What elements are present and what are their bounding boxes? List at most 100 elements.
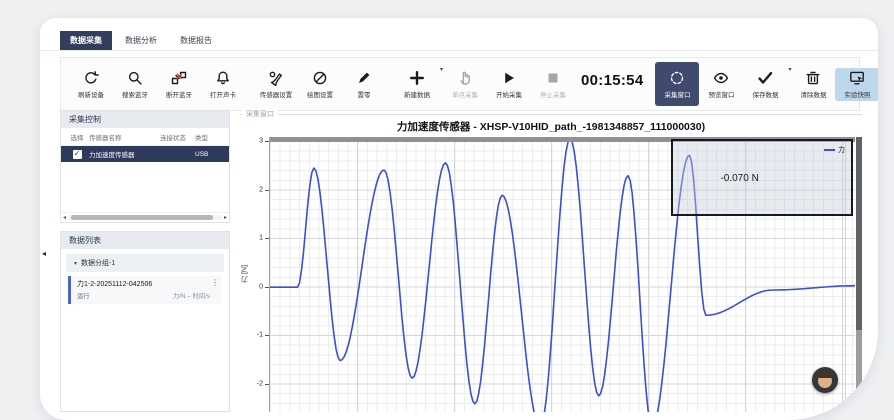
toolbar-button-search-bluetooth[interactable]: 搜索蓝牙 bbox=[113, 68, 157, 101]
toolbar-button-label: 搜索蓝牙 bbox=[122, 89, 148, 99]
data-item-title: 力1-2-20251112-042506 bbox=[77, 279, 216, 289]
toolbar-button-disconnect-bluetooth[interactable]: 断开蓝牙 bbox=[157, 68, 201, 101]
plus-icon bbox=[409, 70, 425, 87]
toolbar-button-label: 单点采集 bbox=[452, 89, 478, 99]
chart-legend: 力 bbox=[824, 145, 845, 155]
data-item-status: 运行 bbox=[77, 291, 90, 300]
toolbar-button-clear-data[interactable]: 清除数据 bbox=[791, 68, 835, 101]
app-window: 数据采集 数据分析 数据报告 刷新设备 搜索蓝牙断开蓝牙打开声卡 传感器设置 绘图设置… bbox=[40, 18, 878, 420]
data-group-row[interactable]: ▾ 数据分组-1 bbox=[66, 254, 224, 272]
plot-area[interactable]: 力 -0.070 N bbox=[269, 137, 855, 412]
y-tick-label: 2 bbox=[259, 186, 263, 193]
sensor-checkbox[interactable]: ✓ bbox=[73, 150, 82, 159]
toolbar-button-experiment-snapshot[interactable]: 实验快照 bbox=[835, 68, 878, 101]
collect-control-panel: 采集控制 选择 传感器名称 连接状态 类型 ✓ 力加速度传感器 USB ◂ bbox=[60, 110, 230, 223]
y-tick-label: 3 bbox=[259, 138, 263, 145]
check-icon bbox=[757, 70, 773, 87]
col-connect-status: 连接状态 bbox=[151, 132, 195, 142]
sensor-name: 力加速度传感器 bbox=[89, 149, 151, 159]
col-select: 选择 bbox=[65, 132, 89, 142]
value-annotation: -0.070 N bbox=[720, 173, 758, 184]
toolbar-button-open-soundcard[interactable]: 打开声卡 bbox=[201, 68, 245, 101]
toolbar-button-preview-window[interactable]: 预览窗口 bbox=[699, 68, 743, 101]
toolbar-button-plot-settings[interactable]: 绘图设置 bbox=[298, 68, 342, 101]
toolbar: 刷新设备搜索蓝牙断开蓝牙打开声卡传感器设置绘图设置置零新建数据▾单点采集开始采集… bbox=[60, 57, 860, 111]
play-icon bbox=[501, 70, 517, 87]
y-axis-label: 力 [N] bbox=[240, 137, 251, 412]
data-item-axes: 力/N – 时间/s bbox=[173, 291, 210, 300]
data-list-title: 数据列表 bbox=[61, 232, 229, 249]
toolbar-button-label: 刷新设备 bbox=[78, 89, 104, 99]
y-axis: 3 2 1 0 -1 -2 bbox=[251, 137, 269, 412]
tab-data-analysis[interactable]: 数据分析 bbox=[115, 31, 167, 50]
toolbar-button-label: 开始采集 bbox=[496, 89, 522, 99]
hand-icon bbox=[457, 70, 473, 87]
snapshot-icon bbox=[849, 70, 865, 87]
toolbar-button-label: 实验快照 bbox=[844, 89, 870, 99]
toolbar-button-label: 保存数据 bbox=[752, 89, 778, 99]
tree-caret-icon[interactable]: ▾ bbox=[74, 260, 77, 267]
col-type: 类型 bbox=[195, 132, 221, 142]
y-tick-label: -2 bbox=[257, 380, 263, 387]
item-menu-icon[interactable]: ⋮ bbox=[211, 279, 219, 287]
toolbar-button-label: 清除数据 bbox=[800, 89, 826, 99]
sensor-type: USB bbox=[195, 151, 221, 158]
toolbar-button-label: 传感器设置 bbox=[260, 89, 293, 99]
toolbar-button-sensor-settings[interactable]: 传感器设置 bbox=[254, 68, 298, 101]
horizontal-scrollbar[interactable]: ◂ ▸ bbox=[61, 212, 229, 222]
trash-icon bbox=[805, 70, 821, 87]
capture-timer: 00:15:54 bbox=[581, 72, 643, 89]
capture-window-groupbox: 采集窗口 力加速度传感器 - XHSP-V10HID_path_-1981348… bbox=[240, 114, 862, 412]
refresh-icon bbox=[83, 70, 99, 87]
y-tick-label: -1 bbox=[257, 332, 263, 339]
toolbar-button-start-capture[interactable]: 开始采集 bbox=[487, 68, 531, 101]
tab-data-report[interactable]: 数据报告 bbox=[170, 31, 222, 50]
toolbar-button-label: 停止采集 bbox=[540, 89, 566, 99]
sensor-icon bbox=[268, 70, 284, 87]
toolbar-button-capture-window[interactable]: 采集窗口 bbox=[655, 62, 699, 106]
main-tab-bar: 数据采集 数据分析 数据报告 bbox=[40, 18, 878, 51]
toolbar-button-new-data[interactable]: 新建数据 bbox=[395, 68, 439, 101]
groupbox-label: 采集窗口 bbox=[242, 109, 278, 119]
stop-icon bbox=[545, 70, 561, 87]
assistant-avatar-button[interactable] bbox=[812, 367, 838, 393]
sensor-table-header: 选择 传感器名称 连接状态 类型 bbox=[61, 128, 229, 146]
toolbar-button-zero-set[interactable]: 置零 bbox=[342, 68, 386, 101]
sensor-list-empty-area bbox=[61, 162, 229, 212]
toolbar-button-label: 预览窗口 bbox=[708, 89, 734, 99]
content-area: 采集控制 选择 传感器名称 连接状态 类型 ✓ 力加速度传感器 USB ◂ bbox=[60, 110, 862, 412]
toolbar-button-stop-capture: 停止采集 bbox=[531, 68, 575, 101]
toolbar-button-label: 打开声卡 bbox=[210, 89, 236, 99]
bt-off-icon bbox=[171, 70, 187, 87]
sidebar: 采集控制 选择 传感器名称 连接状态 类型 ✓ 力加速度传感器 USB ◂ bbox=[60, 110, 230, 412]
toolbar-button-label: 新建数据 bbox=[404, 89, 430, 99]
scroll-right-icon[interactable]: ▸ bbox=[224, 214, 227, 221]
chart-title: 力加速度传感器 - XHSP-V10HID_path_-1981348857_1… bbox=[240, 119, 862, 134]
vscroll-thumb[interactable] bbox=[856, 137, 862, 330]
toolbar-button-label: 绘图设置 bbox=[307, 89, 333, 99]
data-list-item[interactable]: 力1-2-20251112-042506 运行 力/N – 时间/s ⋮ bbox=[68, 276, 222, 304]
toolbar-button-label: 采集窗口 bbox=[664, 89, 690, 99]
scroll-left-icon[interactable]: ◂ bbox=[63, 214, 66, 221]
dashed-circle-icon bbox=[669, 70, 685, 87]
collect-control-title: 采集控制 bbox=[61, 111, 229, 128]
y-tick-label: 1 bbox=[259, 235, 263, 242]
compass-icon bbox=[312, 70, 328, 87]
toolbar-button-label: 置零 bbox=[358, 89, 371, 99]
toolbar-button-point-capture: 单点采集 bbox=[443, 68, 487, 101]
plot-vertical-scrollbar[interactable] bbox=[856, 137, 862, 412]
eye-icon bbox=[713, 70, 729, 87]
toolbar-button-save-data[interactable]: 保存数据 bbox=[743, 68, 787, 101]
data-list-panel: 数据列表 ▾ 数据分组-1 力1-2-20251112-042506 运行 力/… bbox=[60, 231, 230, 412]
hscroll-thumb[interactable] bbox=[71, 215, 213, 220]
legend-line-swatch bbox=[824, 149, 835, 151]
tab-data-capture[interactable]: 数据采集 bbox=[60, 31, 112, 50]
sensor-row[interactable]: ✓ 力加速度传感器 USB bbox=[61, 146, 229, 162]
data-group-label: 数据分组-1 bbox=[81, 258, 115, 268]
y-tick-label: 0 bbox=[259, 283, 263, 290]
legend-series-name: 力 bbox=[838, 145, 845, 155]
sidebar-collapse-icon[interactable]: ◂ bbox=[42, 250, 46, 258]
bell-icon bbox=[215, 70, 231, 87]
col-sensor-name: 传感器名称 bbox=[89, 132, 151, 142]
toolbar-button-refresh-device[interactable]: 刷新设备 bbox=[69, 68, 113, 101]
